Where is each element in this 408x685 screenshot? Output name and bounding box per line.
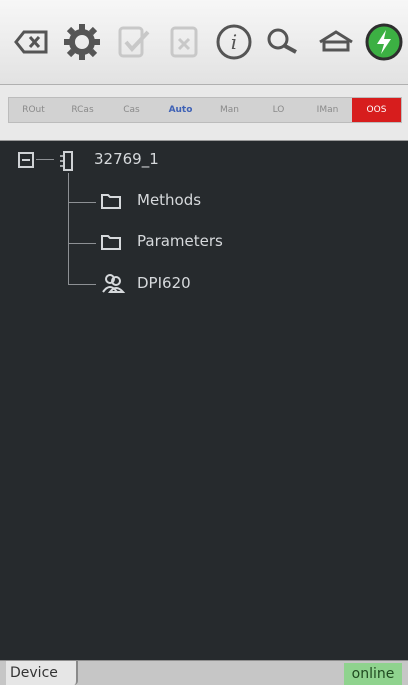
mode-rcas[interactable]: RCas (58, 98, 107, 122)
check-document-icon[interactable] (114, 22, 154, 62)
tree-item-parameters[interactable]: Parameters (137, 232, 223, 250)
cancel-document-icon[interactable] (164, 22, 204, 62)
collapse-toggle[interactable] (18, 152, 34, 168)
search-icon[interactable] (262, 22, 302, 62)
mode-oos[interactable]: OOS (352, 98, 401, 122)
users-icon (102, 274, 126, 293)
folder-icon (101, 194, 121, 209)
mode-auto[interactable]: Auto (156, 98, 205, 122)
tree-item-methods[interactable]: Methods (137, 191, 201, 209)
svg-text:i: i (231, 30, 237, 54)
info-icon[interactable]: i (214, 22, 254, 62)
device-chip-icon (60, 151, 73, 171)
folder-icon (101, 235, 121, 250)
mode-lo[interactable]: LO (254, 98, 303, 122)
mode-selector: ROut RCas Cas Auto Man LO IMan OOS (8, 97, 402, 123)
minus-icon (22, 159, 30, 161)
settings-gear-icon[interactable] (62, 22, 102, 62)
mode-cas[interactable]: Cas (107, 98, 156, 122)
tree-connector (68, 173, 69, 284)
tree-root-label[interactable]: 32769_1 (94, 150, 159, 168)
device-tree: 32769_1 Methods Parameters DPI620 (0, 141, 408, 660)
backspace-icon[interactable] (12, 22, 52, 62)
mode-rout[interactable]: ROut (9, 98, 58, 122)
device-tab[interactable]: Device (6, 661, 78, 685)
mode-man[interactable]: Man (205, 98, 254, 122)
connection-status-badge: online (344, 663, 402, 685)
home-icon[interactable] (316, 22, 356, 62)
tree-connector (68, 202, 96, 203)
tree-connector (36, 159, 54, 160)
power-connect-icon[interactable] (364, 22, 404, 62)
tree-item-dpi620[interactable]: DPI620 (137, 274, 191, 292)
toolbar: i (0, 0, 408, 85)
status-bar: Device online (0, 660, 408, 685)
mode-iman[interactable]: IMan (303, 98, 352, 122)
tree-connector (68, 243, 96, 244)
tree-connector (68, 284, 96, 285)
